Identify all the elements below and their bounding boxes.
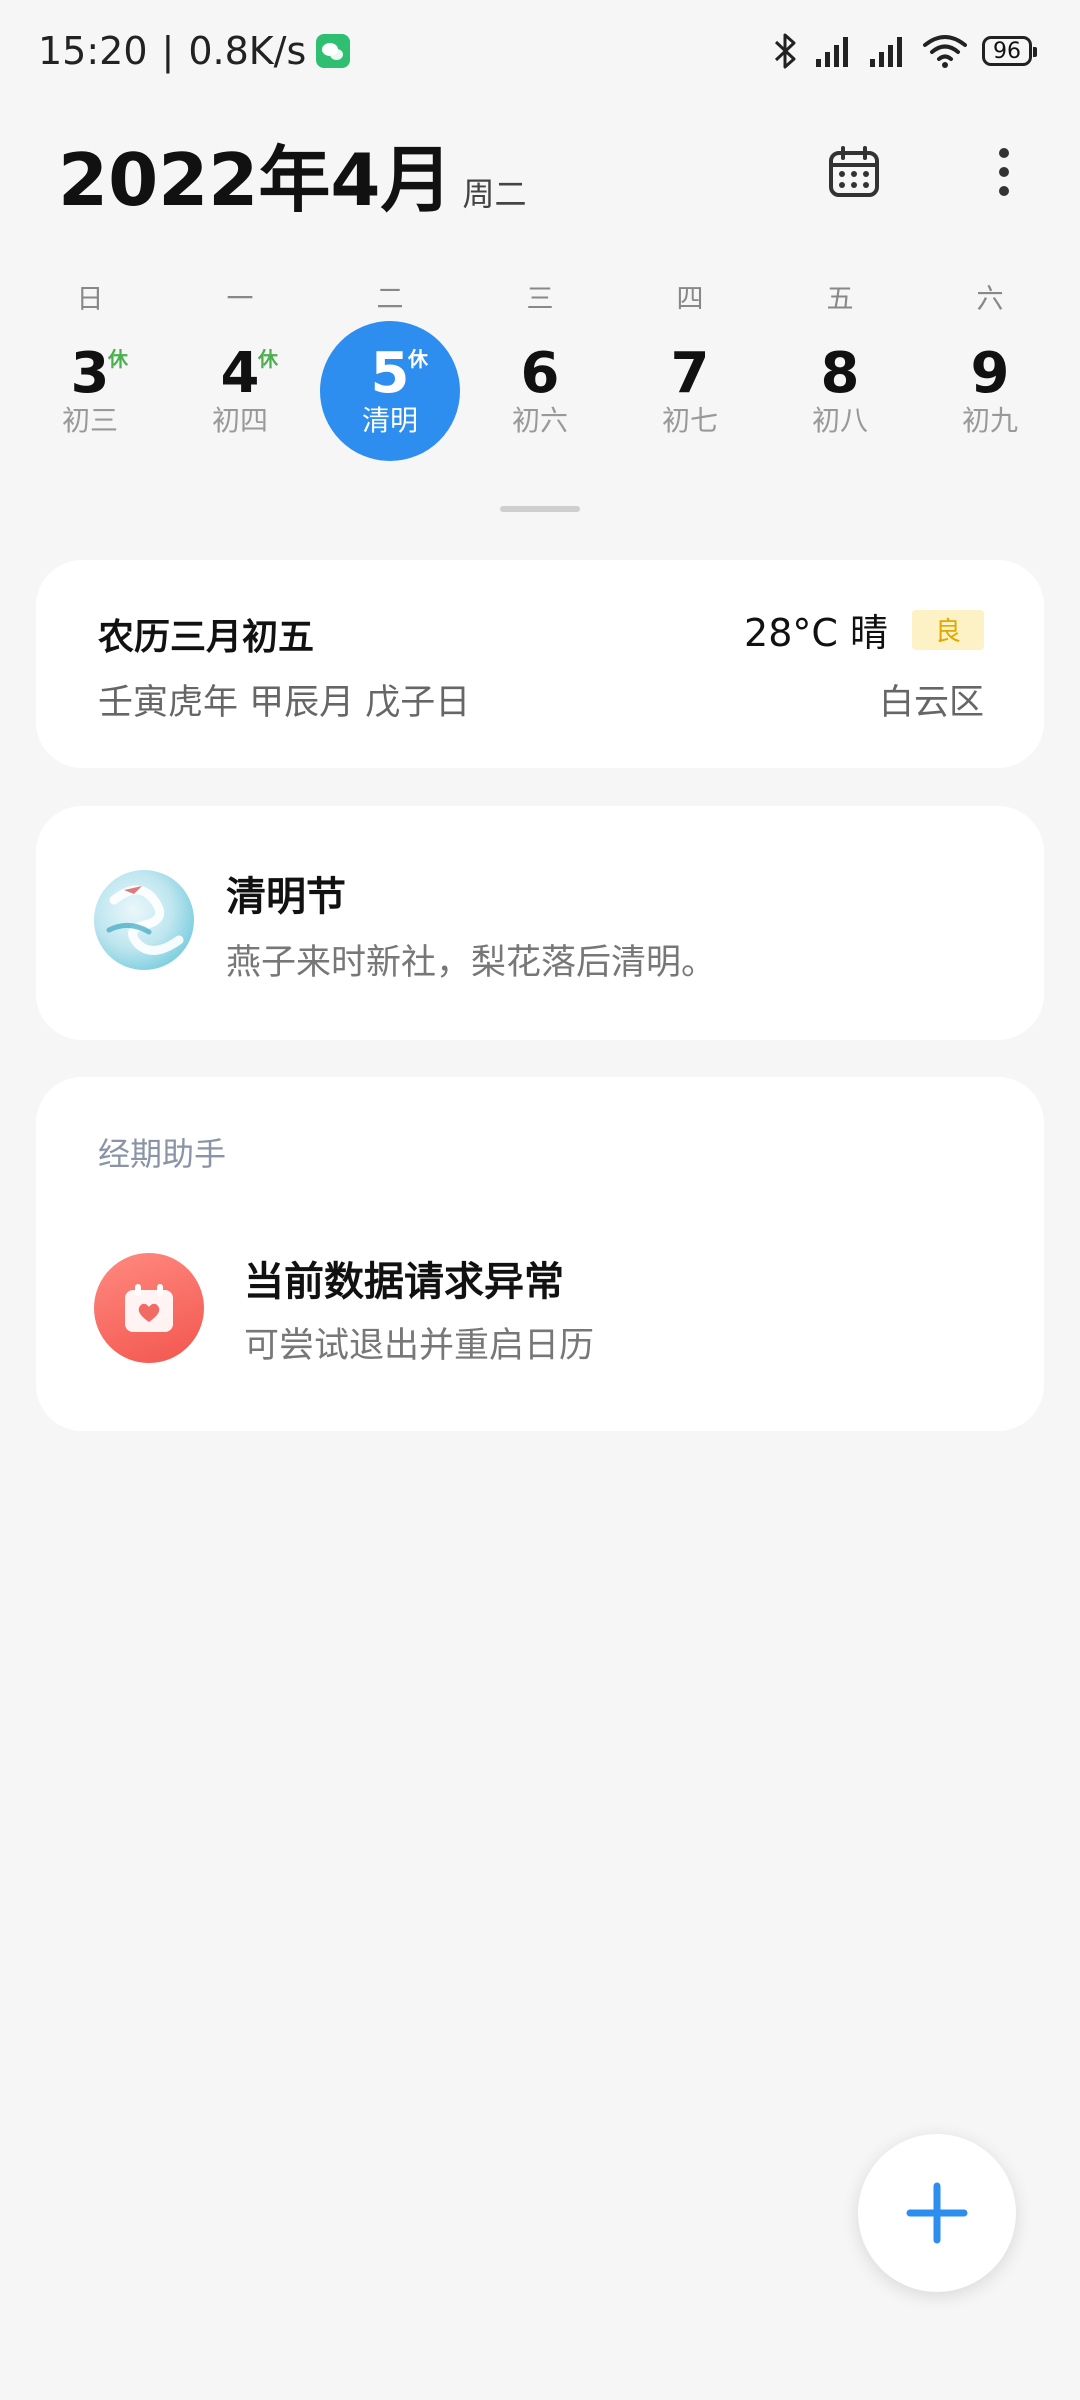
festival-poem: 燕子来时新社，梨花落后清明。	[226, 943, 717, 983]
section-title: 经期助手	[98, 1135, 227, 1173]
day-lunar: 初八	[811, 404, 868, 437]
status-time: 15:20	[38, 29, 148, 73]
day-lunar: 初七	[661, 404, 718, 437]
status-left: 15:20 | 0.8K/s	[38, 26, 351, 76]
battery-level: 96	[993, 38, 1021, 64]
festival-illustration-icon	[106, 885, 184, 955]
status-bar: 15:20 | 0.8K/s 96	[0, 0, 1080, 100]
district-label: 白云区	[878, 683, 984, 723]
status-net-speed: 0.8K/s	[188, 29, 307, 73]
day-number: 5	[370, 341, 410, 406]
day-thu[interactable]: 四 7 初七	[615, 275, 765, 475]
status-separator: |	[161, 29, 175, 73]
day-cell[interactable]: 8 初八	[770, 321, 910, 461]
day-lunar: 初三	[61, 404, 118, 437]
day-weekday: 二	[376, 284, 404, 315]
festival-image	[94, 870, 194, 970]
day-mon[interactable]: 一 4 初四 休	[165, 275, 315, 475]
day-number: 3	[70, 341, 110, 406]
error-subtitle: 可尝试退出并重启日历	[244, 1326, 595, 1366]
rest-badge: 休	[108, 347, 128, 371]
error-title: 当前数据请求异常	[244, 1259, 564, 1305]
lunar-date: 农历三月初五	[98, 617, 315, 658]
add-event-button[interactable]	[858, 2134, 1016, 2292]
drag-handle[interactable]	[500, 506, 580, 512]
heart-calendar-icon	[125, 1284, 173, 1332]
plus-icon	[906, 2182, 968, 2244]
today-button[interactable]	[822, 140, 886, 204]
day-lunar: 初四	[211, 404, 268, 437]
weekday-label: 周二	[462, 175, 527, 213]
festival-title: 清明节	[226, 874, 346, 920]
day-cell[interactable]: 7 初七	[620, 321, 760, 461]
week-strip: 日 3 初三 休 一 4 初四 休 二 5 清明 休 三 6 初六 四 7 初七…	[0, 275, 1080, 475]
signal-icon	[816, 37, 848, 67]
lunar-info-card[interactable]: 农历三月初五 壬寅虎年 甲辰月 戊子日 28°C 晴 良 白云区	[36, 560, 1044, 768]
period-assistant-card[interactable]: 经期助手 当前数据请求异常 可尝试退出并重启日历	[36, 1077, 1044, 1431]
day-cell[interactable]: 6 初六	[470, 321, 610, 461]
day-lunar: 清明	[361, 404, 418, 437]
day-tue[interactable]: 二 5 清明 休	[315, 275, 465, 475]
day-weekday: 一	[226, 284, 254, 315]
weather-temp: 28°C 晴	[744, 611, 888, 655]
wifi-icon	[923, 35, 967, 68]
calendar-icon	[829, 146, 879, 197]
day-weekday: 六	[976, 284, 1004, 315]
day-weekday: 日	[76, 284, 104, 315]
day-number: 9	[970, 341, 1010, 406]
day-cell-selected[interactable]: 5 清明 休	[320, 321, 460, 461]
day-cell[interactable]: 9 初九	[920, 321, 1060, 461]
day-weekday: 五	[826, 284, 854, 315]
day-sun[interactable]: 日 3 初三 休	[15, 275, 165, 475]
period-calendar-icon	[94, 1253, 204, 1363]
day-weekday: 三	[526, 284, 554, 315]
more-options-button[interactable]	[972, 140, 1036, 204]
day-sat[interactable]: 六 9 初九	[915, 275, 1065, 475]
day-fri[interactable]: 五 8 初八	[765, 275, 915, 475]
signal-icon	[870, 37, 902, 67]
header: 2022年4月 周二	[58, 135, 527, 225]
day-number: 4	[220, 341, 260, 406]
day-cell[interactable]: 3 初三 休	[20, 321, 160, 461]
day-cell[interactable]: 4 初四 休	[170, 321, 310, 461]
day-number: 8	[820, 341, 860, 406]
weather[interactable]: 28°C 晴 良	[744, 602, 984, 657]
battery-icon: 96	[982, 36, 1037, 66]
festival-card[interactable]: 清明节 燕子来时新社，梨花落后清明。	[36, 806, 1044, 1040]
day-number: 7	[670, 341, 710, 406]
day-lunar: 初九	[961, 404, 1018, 437]
bluetooth-icon	[774, 33, 796, 69]
rest-badge: 休	[258, 347, 278, 371]
status-right: 96	[770, 26, 1037, 76]
wechat-icon	[316, 34, 351, 68]
ganzhi-date: 壬寅虎年 甲辰月 戊子日	[98, 683, 471, 723]
day-wed[interactable]: 三 6 初六	[465, 275, 615, 475]
aqi-badge: 良	[912, 609, 984, 650]
day-weekday: 四	[676, 284, 704, 315]
page-title[interactable]: 2022年4月	[58, 135, 453, 225]
day-lunar: 初六	[511, 404, 568, 437]
more-vertical-icon	[999, 148, 1009, 196]
rest-badge: 休	[408, 347, 428, 371]
day-number: 6	[520, 341, 560, 406]
